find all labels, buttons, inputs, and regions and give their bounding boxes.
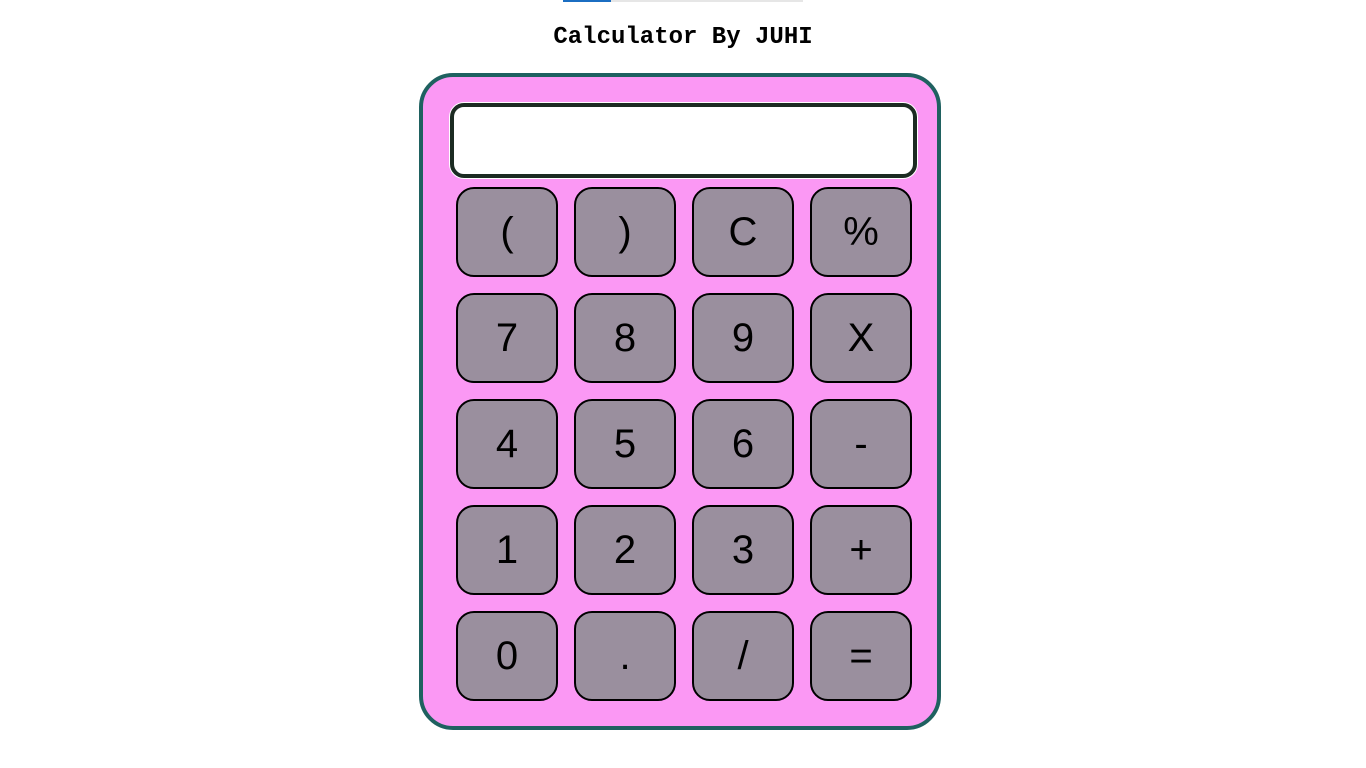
equals-button[interactable]: =: [810, 611, 912, 701]
divide-button[interactable]: /: [692, 611, 794, 701]
multiply-button[interactable]: X: [810, 293, 912, 383]
open-paren-button[interactable]: (: [456, 187, 558, 277]
two-button[interactable]: 2: [574, 505, 676, 595]
one-button[interactable]: 1: [456, 505, 558, 595]
calculator-body: ( ) C % 7 8 9 X 4 5 6 - 1 2 3 + 0 . / =: [419, 73, 941, 730]
calculator-display[interactable]: [450, 103, 917, 178]
eight-button[interactable]: 8: [574, 293, 676, 383]
four-button[interactable]: 4: [456, 399, 558, 489]
decimal-button[interactable]: .: [574, 611, 676, 701]
top-scroll-strip-active: [563, 0, 611, 2]
five-button[interactable]: 5: [574, 399, 676, 489]
close-paren-button[interactable]: ): [574, 187, 676, 277]
page-title: Calculator By JUHI: [553, 24, 813, 51]
clear-button[interactable]: C: [692, 187, 794, 277]
six-button[interactable]: 6: [692, 399, 794, 489]
zero-button[interactable]: 0: [456, 611, 558, 701]
percent-button[interactable]: %: [810, 187, 912, 277]
three-button[interactable]: 3: [692, 505, 794, 595]
subtract-button[interactable]: -: [810, 399, 912, 489]
nine-button[interactable]: 9: [692, 293, 794, 383]
calculator-keypad: ( ) C % 7 8 9 X 4 5 6 - 1 2 3 + 0 . / =: [456, 187, 912, 701]
add-button[interactable]: +: [810, 505, 912, 595]
seven-button[interactable]: 7: [456, 293, 558, 383]
